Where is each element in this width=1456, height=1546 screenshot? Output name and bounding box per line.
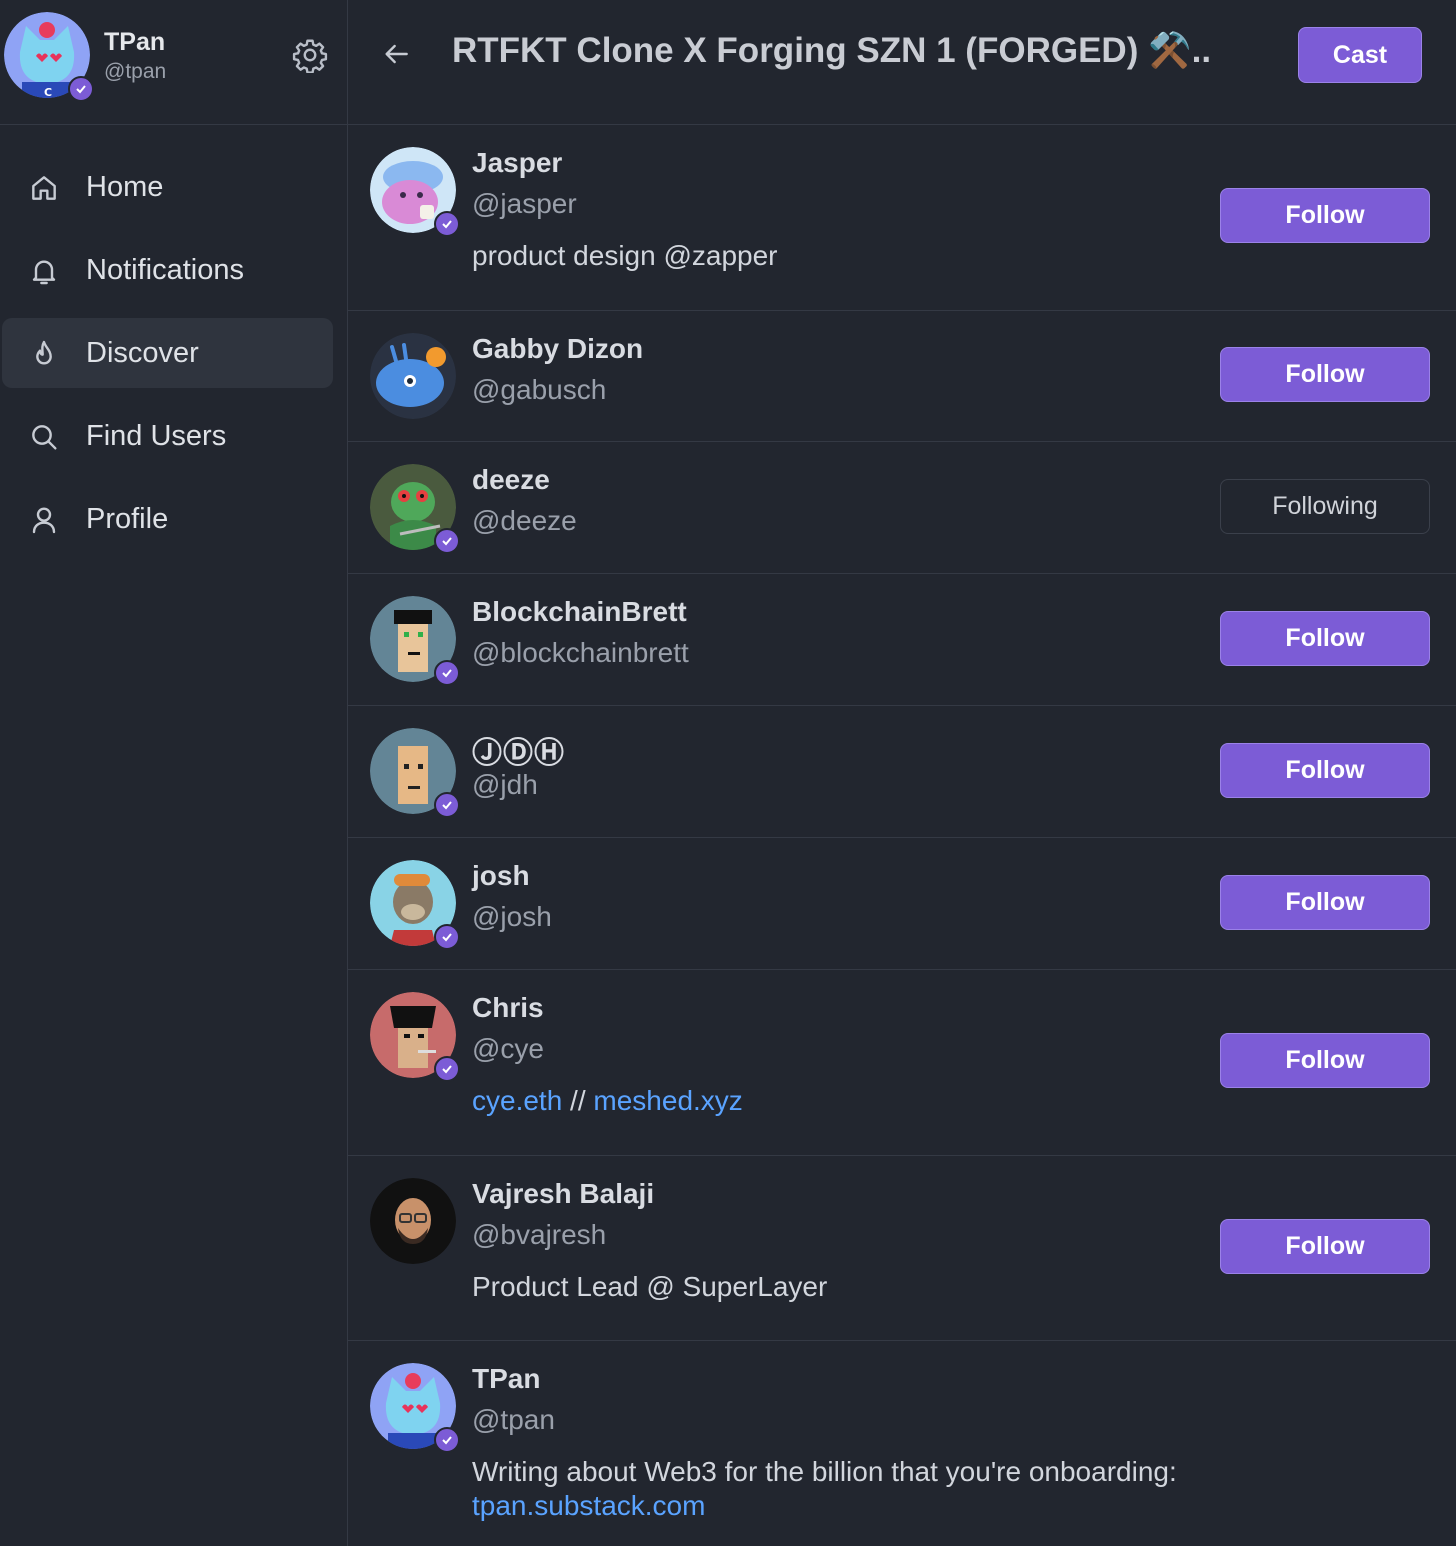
user-row[interactable]: deeze @deeze Following <box>348 442 1456 574</box>
user-row[interactable]: TPan @tpan Writing about Web3 for the bi… <box>348 1341 1456 1546</box>
user-handle: @bvajresh <box>472 1219 607 1250</box>
nav-item-notifications[interactable]: Notifications <box>2 235 333 305</box>
verified-badge-icon <box>434 660 460 686</box>
main-nav: Home Notifications Discover Find Users P… <box>0 152 347 567</box>
user-avatar[interactable] <box>370 728 460 818</box>
user-row[interactable]: BlockchainBrett @blockchainbrett Follow <box>348 574 1456 706</box>
user-name[interactable]: Gabby Dizon <box>472 333 643 365</box>
flame-icon <box>36 340 52 365</box>
bio-link[interactable]: meshed.xyz <box>593 1085 742 1116</box>
bio-separator: // <box>562 1085 594 1116</box>
nav-item-label: Profile <box>86 502 169 535</box>
sidebar: C TPan @tpan Home Notifications Discover… <box>0 0 348 1546</box>
user-icon <box>32 507 56 534</box>
current-user-avatar[interactable]: C <box>4 12 94 102</box>
user-handle: @jasper <box>472 188 577 219</box>
nav-item-label: Find Users <box>86 419 227 452</box>
current-user-name: TPan <box>104 28 166 56</box>
user-avatar[interactable] <box>370 464 460 554</box>
page-title: RTFKT Clone X Forging SZN 1 (FORGED) ⚒️.… <box>452 31 1212 70</box>
bio-link[interactable]: tpan.substack.com <box>472 1489 1372 1523</box>
user-row[interactable]: Jasper @jasper product design @zapper Fo… <box>348 125 1456 311</box>
user-handle: @jdh <box>472 769 538 800</box>
user-handle: @josh <box>472 901 552 932</box>
home-icon <box>32 176 56 200</box>
axie-avatar-icon <box>370 333 456 419</box>
user-name[interactable]: Jasper <box>472 147 562 179</box>
user-avatar[interactable] <box>370 333 456 419</box>
verified-badge-icon <box>434 924 460 950</box>
user-bio: cye.eth // meshed.xyz <box>472 1084 1272 1118</box>
verified-badge-icon <box>434 211 460 237</box>
user-row[interactable]: Vajresh Balaji @bvajresh Product Lead @ … <box>348 1156 1456 1341</box>
user-avatar[interactable] <box>370 596 460 686</box>
user-row[interactable]: ⒿⒹⒽ @jdh Follow <box>348 706 1456 838</box>
user-name[interactable]: TPan <box>472 1363 540 1395</box>
follow-button[interactable]: Follow <box>1220 347 1430 402</box>
user-bio: Writing about Web3 for the billion that … <box>472 1455 1372 1523</box>
user-name[interactable]: josh <box>472 860 530 892</box>
follow-button[interactable]: Follow <box>1220 1219 1430 1274</box>
back-arrow-icon[interactable] <box>380 38 412 70</box>
current-user-header: C TPan @tpan <box>0 0 347 125</box>
memoji-avatar-icon <box>370 1178 456 1264</box>
user-name[interactable]: Chris <box>472 992 544 1024</box>
nav-item-label: Discover <box>86 336 199 369</box>
verified-badge-icon <box>434 1427 460 1453</box>
current-user-handle: @tpan <box>104 60 167 83</box>
nav-item-discover[interactable]: Discover <box>2 318 333 388</box>
user-row[interactable]: Chris @cye cye.eth // meshed.xyz Follow <box>348 970 1456 1156</box>
following-button[interactable]: Following <box>1220 479 1430 534</box>
user-avatar[interactable] <box>370 992 460 1082</box>
user-name[interactable]: ⒿⒹⒽ <box>472 728 565 772</box>
user-bio: product design @zapper <box>472 240 778 271</box>
user-handle: @cye <box>472 1033 544 1064</box>
verified-badge-icon <box>434 1056 460 1082</box>
bio-text: Writing about Web3 for the billion that … <box>472 1456 1177 1487</box>
user-handle: @tpan <box>472 1404 555 1435</box>
gear-icon[interactable] <box>292 37 328 73</box>
follow-button[interactable]: Follow <box>1220 188 1430 243</box>
user-handle: @gabusch <box>472 374 607 405</box>
verified-badge-icon <box>434 792 460 818</box>
main-content: RTFKT Clone X Forging SZN 1 (FORGED) ⚒️.… <box>348 0 1456 1546</box>
bio-link[interactable]: cye.eth <box>472 1085 562 1116</box>
nav-item-label: Notifications <box>86 253 244 286</box>
bell-icon <box>32 260 56 285</box>
user-handle: @blockchainbrett <box>472 637 689 668</box>
follow-button[interactable]: Follow <box>1220 875 1430 930</box>
user-row[interactable]: Gabby Dizon @gabusch Follow <box>348 311 1456 442</box>
search-icon <box>32 425 57 450</box>
user-name[interactable]: Vajresh Balaji <box>472 1178 654 1210</box>
user-name[interactable]: deeze <box>472 464 550 496</box>
verified-badge-icon <box>68 76 94 102</box>
top-bar: RTFKT Clone X Forging SZN 1 (FORGED) ⚒️.… <box>348 0 1456 125</box>
user-name[interactable]: BlockchainBrett <box>472 596 687 628</box>
user-avatar[interactable] <box>370 147 460 237</box>
follow-button[interactable]: Follow <box>1220 1033 1430 1088</box>
nav-item-home[interactable]: Home <box>2 152 333 222</box>
follow-button[interactable]: Follow <box>1220 611 1430 666</box>
nav-item-label: Home <box>86 170 164 203</box>
user-bio: Product Lead @ SuperLayer <box>472 1271 828 1302</box>
user-avatar[interactable] <box>370 860 460 950</box>
app: C TPan @tpan Home Notifications Discover… <box>0 0 1456 1546</box>
cast-button[interactable]: Cast <box>1298 27 1422 83</box>
verified-badge-icon <box>434 528 460 554</box>
nav-item-profile[interactable]: Profile <box>2 484 333 554</box>
user-handle: @deeze <box>472 505 577 536</box>
user-row[interactable]: josh @josh Follow <box>348 838 1456 970</box>
user-avatar[interactable] <box>370 1178 456 1264</box>
follow-button[interactable]: Follow <box>1220 743 1430 798</box>
user-avatar[interactable] <box>370 1363 460 1453</box>
nav-item-find-users[interactable]: Find Users <box>2 401 333 471</box>
svg-text:C: C <box>44 86 52 98</box>
